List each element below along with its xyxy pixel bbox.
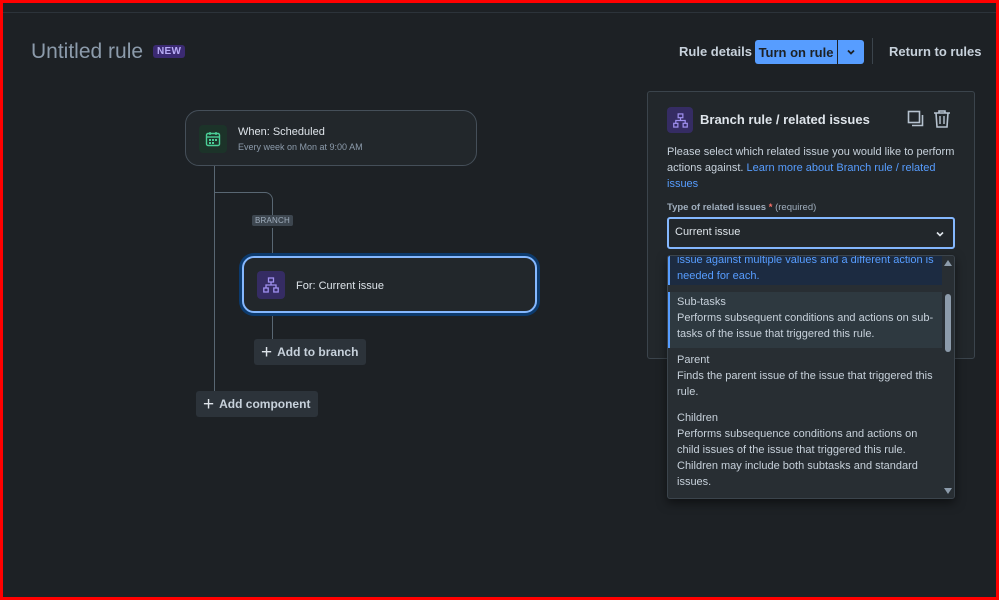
panel-description: Please select which related issue you wo… [667,144,967,192]
branch-node-title: For: Current issue [296,280,385,292]
header-separator [872,38,873,64]
branch-icon [667,107,693,133]
new-badge: NEW [153,45,186,58]
related-issues-select[interactable]: Current issue [667,217,955,249]
plus-icon: + [203,393,215,415]
turn-on-rule-button[interactable]: Turn on rule [755,40,837,64]
trigger-node[interactable]: When: Scheduled Every week on Mon at 9:0… [185,110,477,166]
dropdown-scrollbar[interactable] [942,256,954,498]
turn-on-options-button[interactable] [838,40,864,64]
scroll-up-arrow-icon[interactable] [944,260,952,266]
page-title: Untitled rule [31,40,144,63]
flow-line-branch-h [214,192,266,193]
field-label-text: Type of related issues [667,202,767,213]
option-name: Parent [677,354,710,366]
flow-line-main [214,166,215,392]
required-text: (required) [775,202,817,213]
branch-node[interactable]: For: Current issue [242,256,537,313]
field-label: Type of related issues * (required) [667,202,816,213]
chevron-down-icon [936,231,944,237]
scrollbar-thumb[interactable] [945,294,951,352]
add-to-branch-label: Add to branch [277,345,359,359]
option-name: Children [677,412,718,424]
return-to-rules-button[interactable]: Return to rules [889,44,981,59]
dropdown-option-parent[interactable]: Parent Finds the parent issue of the iss… [668,352,944,402]
option-name: Sub-tasks [677,296,726,308]
option-desc: Finds the parent issue of the issue that… [677,370,933,398]
header-divider [3,12,996,13]
flow-line-branch-v2 [272,228,273,256]
option-desc: Performs subsequent conditions and actio… [677,312,934,340]
scroll-down-arrow-icon[interactable] [944,488,952,494]
add-to-branch-button[interactable]: + Add to branch [254,339,367,365]
dropdown-option-partial[interactable]: issue against multiple values and a diff… [668,255,944,285]
branch-icon [257,271,285,299]
dropdown-option-children[interactable]: Children Performs subsequence conditions… [668,410,944,490]
flow-line-branch-v3 [272,313,273,339]
select-value: Current issue [675,226,741,238]
copy-icon[interactable] [907,110,925,133]
related-issues-dropdown[interactable]: issue against multiple values and a diff… [667,255,955,499]
flow-line-branch-v [272,203,273,215]
add-component-button[interactable]: + Add component [196,391,319,417]
dropdown-option-subtasks[interactable]: Sub-tasks Performs subsequent conditions… [668,292,944,348]
branch-tag: BRANCH [252,215,293,226]
panel-title: Branch rule / related issues [700,112,870,127]
option-partial-text: issue against multiple values and a diff… [677,255,934,282]
plus-icon: + [261,341,273,363]
option-desc: Performs subsequence conditions and acti… [677,428,918,488]
trigger-title: When: Scheduled [238,126,325,138]
add-component-label: Add component [219,397,311,411]
chevron-down-icon [847,49,855,55]
trash-icon[interactable] [933,109,951,134]
rule-details-button[interactable]: Rule details [679,44,752,59]
trigger-subtitle: Every week on Mon at 9:00 AM [238,142,363,152]
flow-line-branch-curve [262,192,273,203]
required-mark: * [768,202,773,213]
calendar-icon [199,125,227,153]
